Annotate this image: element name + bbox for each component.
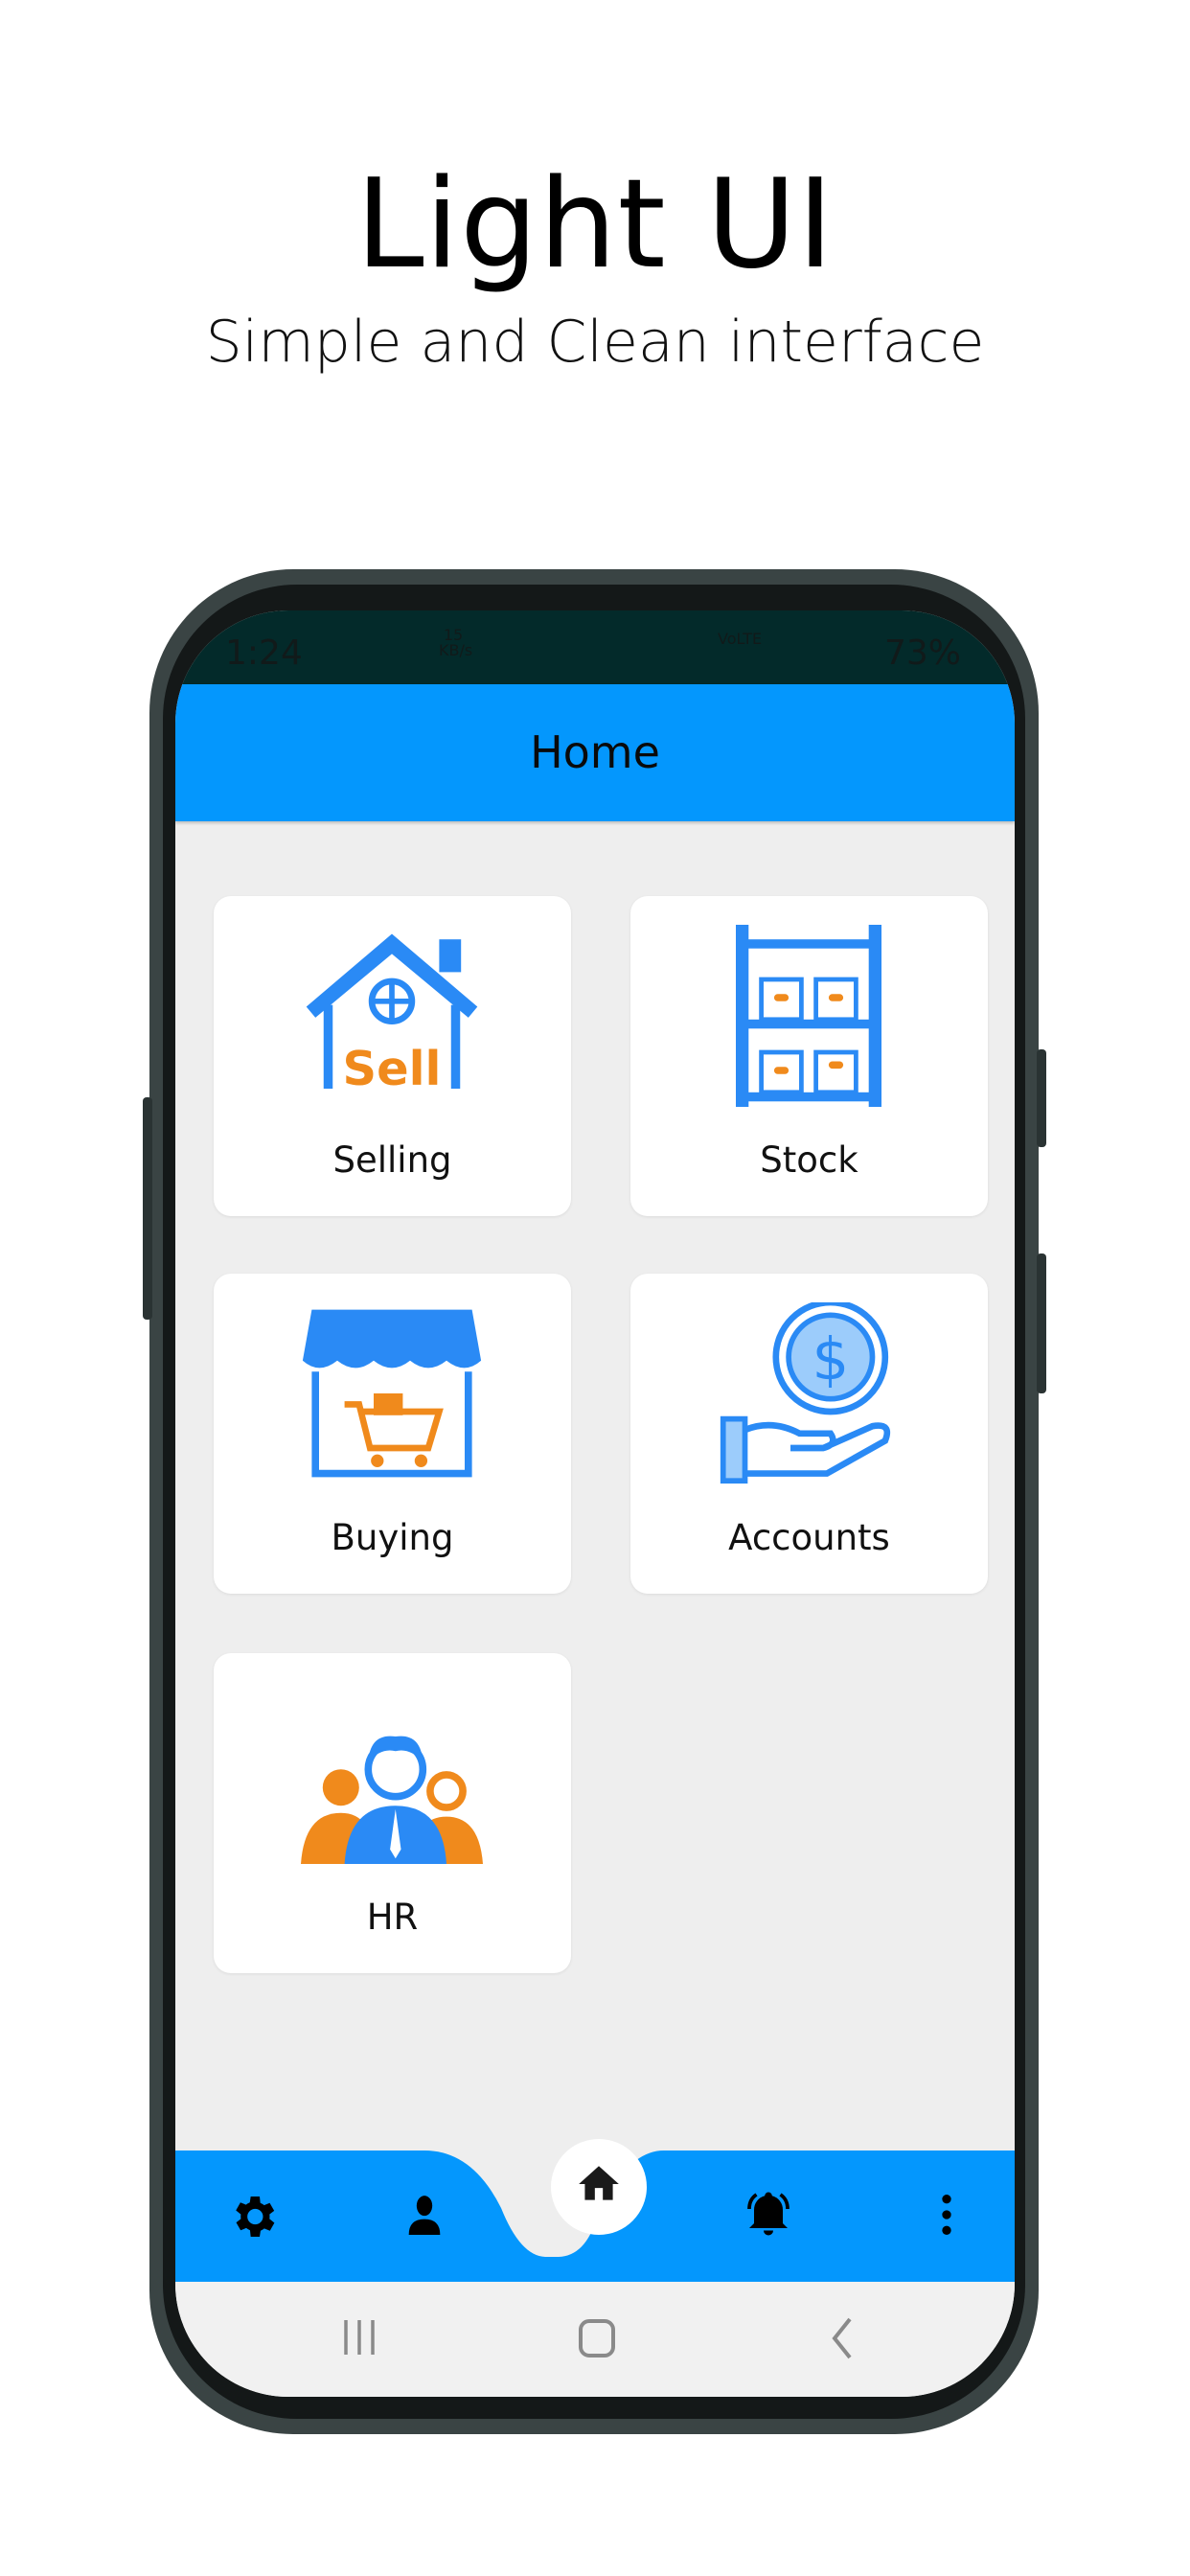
menu-card-selling[interactable]: Sell Selling: [214, 896, 571, 1216]
menu-label: Selling: [332, 1139, 452, 1181]
promo-title: Light UI: [355, 153, 835, 296]
system-nav-bar: [175, 2282, 1015, 2397]
status-time: 1:24: [225, 633, 303, 673]
more-icon[interactable]: [920, 2188, 973, 2242]
recent-apps-icon[interactable]: [340, 2318, 378, 2357]
sell-house-icon: Sell: [306, 933, 478, 1096]
phone-side-button: [143, 1097, 152, 1320]
people-group-icon: [301, 1736, 483, 1864]
warehouse-shelf-icon: [736, 925, 881, 1107]
menu-label: HR: [366, 1897, 419, 1938]
status-bar: 1:24 15 KB/s VoLTE 73%: [175, 610, 1015, 684]
menu-card-hr[interactable]: HR: [214, 1653, 571, 1973]
app-header: Home: [175, 684, 1015, 821]
status-battery: 73%: [884, 633, 962, 673]
phone-screen: 1:24 15 KB/s VoLTE 73% Home Sell Selling: [175, 610, 1015, 2397]
home-nav-button[interactable]: [551, 2139, 647, 2235]
menu-card-stock[interactable]: Stock: [630, 896, 988, 1216]
phone-side-button: [1037, 1254, 1046, 1393]
home-icon: [579, 2166, 619, 2200]
header-title: Home: [530, 726, 660, 778]
status-network: VoLTE: [718, 630, 763, 648]
menu-label: Stock: [760, 1139, 858, 1181]
svg-text:$: $: [812, 1326, 849, 1393]
promo-subtitle: Simple and Clean interface: [205, 309, 985, 376]
shop-cart-icon: [302, 1309, 482, 1478]
menu-label: Accounts: [728, 1517, 890, 1558]
menu-card-buying[interactable]: Buying: [214, 1274, 571, 1594]
settings-icon[interactable]: [226, 2190, 280, 2243]
back-icon[interactable]: [829, 2316, 858, 2360]
menu-label: Buying: [331, 1517, 454, 1558]
status-net-speed: 15 KB/s: [439, 626, 473, 659]
svg-text:Sell: Sell: [343, 1041, 442, 1096]
home-system-icon[interactable]: [578, 2318, 616, 2358]
hand-dollar-coin-icon: $: [720, 1302, 891, 1484]
profile-icon[interactable]: [398, 2188, 451, 2242]
phone-side-button: [1037, 1049, 1046, 1147]
menu-card-accounts[interactable]: $ Accounts: [630, 1274, 988, 1594]
notifications-icon[interactable]: [740, 2185, 797, 2242]
